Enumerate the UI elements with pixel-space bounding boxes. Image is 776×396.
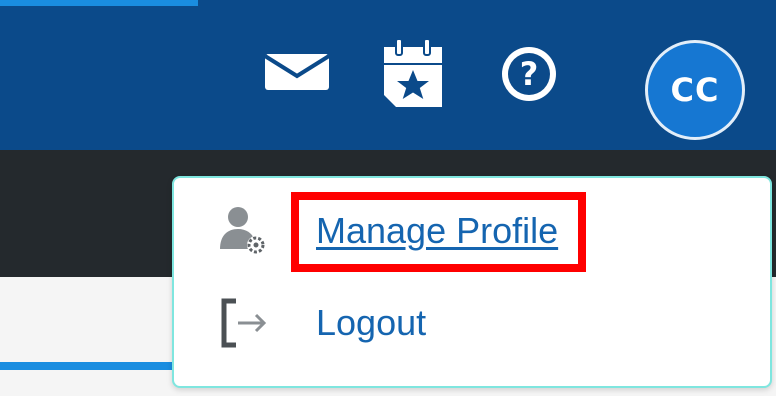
help-question-icon: ? [502, 47, 556, 101]
user-gear-icon [214, 201, 274, 261]
envelope-icon [263, 54, 331, 90]
logout-arrow-icon [214, 293, 274, 353]
content-accent-line [0, 362, 200, 370]
user-menu-dropdown: Manage Profile Logout [172, 176, 772, 388]
favorites-calendar-button[interactable] [378, 36, 448, 110]
logout-link[interactable]: Logout [316, 302, 426, 344]
highlight-annotation-box [291, 192, 586, 272]
menu-item-logout[interactable]: Logout [174, 278, 770, 368]
menu-item-manage-profile[interactable]: Manage Profile [174, 186, 770, 276]
svg-text:?: ? [520, 55, 539, 93]
messages-button[interactable] [262, 48, 332, 96]
top-navigation-bar: ? CC [0, 0, 776, 150]
app-page: ? CC Manage Profile Logout [0, 0, 776, 396]
calendar-star-icon [384, 38, 442, 107]
avatar-initials: CC [670, 71, 720, 109]
top-accent-strip [0, 0, 198, 6]
help-button[interactable]: ? [494, 44, 564, 104]
user-avatar-button[interactable]: CC [645, 40, 745, 140]
